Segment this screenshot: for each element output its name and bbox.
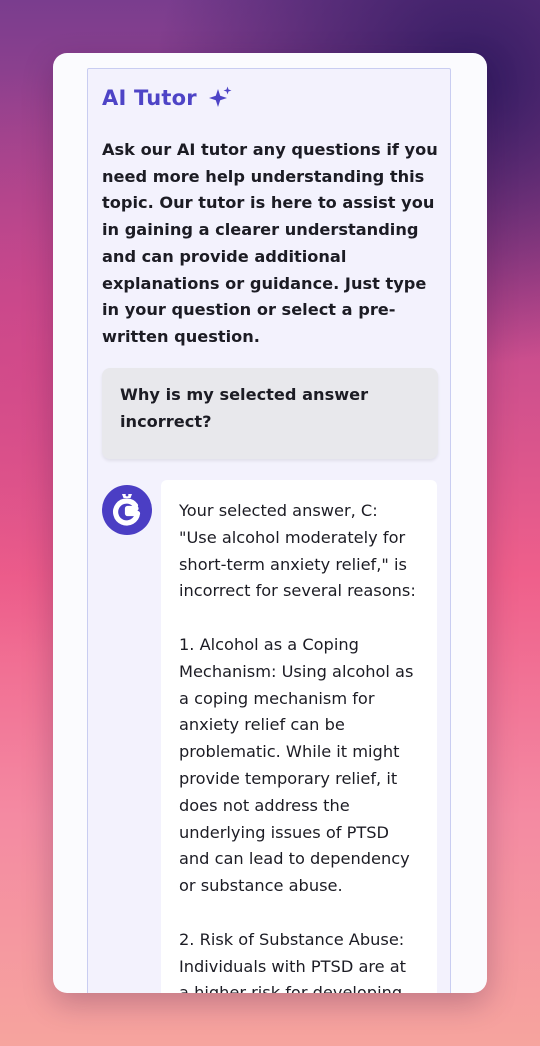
user-question-bubble[interactable]: Why is my selected answer incorrect? <box>102 368 438 459</box>
tutor-answer-bubble: Your selected answer, C: "Use alcohol mo… <box>161 480 437 993</box>
g-logo-icon <box>113 493 141 526</box>
sparkles-icon <box>208 86 232 107</box>
tutor-title: AI Tutor <box>102 86 197 110</box>
tutor-card: AI Tutor Ask our AI tutor any questions … <box>53 53 487 993</box>
tutor-header: AI Tutor <box>102 85 233 111</box>
tutor-intro-text: Ask our AI tutor any questions if you ne… <box>102 140 438 346</box>
tutor-avatar <box>102 485 152 535</box>
ai-tutor-panel: AI Tutor Ask our AI tutor any questions … <box>87 68 451 993</box>
